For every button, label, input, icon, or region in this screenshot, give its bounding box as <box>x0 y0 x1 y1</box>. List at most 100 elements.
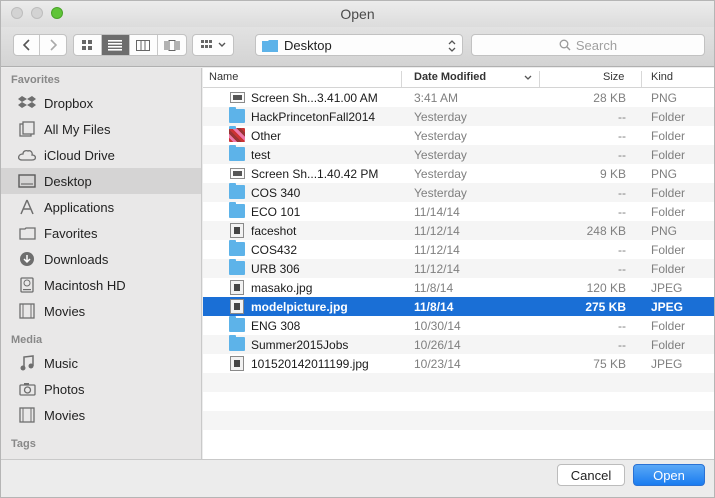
file-row[interactable]: faceshot 11/12/14 248 KB PNG <box>203 221 714 240</box>
file-list: Screen Sh...3.41.00 AM 3:41 AM 28 KB PNG Hac… <box>203 88 714 449</box>
cancel-button[interactable]: Cancel <box>557 464 625 486</box>
window-title: Open <box>340 6 375 22</box>
image-icon <box>230 223 244 238</box>
sidebar-heading-media: Media <box>11 334 43 346</box>
icon-view-button[interactable] <box>74 35 102 55</box>
sidebar-item-photos[interactable]: Photos <box>1 376 201 402</box>
sidebar-item-music[interactable]: Music <box>1 350 201 376</box>
toolbar: Desktop Search <box>1 27 714 67</box>
location-popup[interactable]: Desktop <box>255 34 463 56</box>
file-row[interactable]: Other Yesterday -- Folder <box>203 126 714 145</box>
file-kind: JPEG <box>651 300 684 314</box>
file-size: -- <box>618 148 626 162</box>
search-icon <box>559 39 571 51</box>
back-button[interactable] <box>14 35 41 55</box>
grid-icon <box>82 40 93 50</box>
folder-icon <box>229 107 245 123</box>
search-field[interactable]: Search <box>471 34 705 56</box>
title-bar: Open <box>1 1 714 27</box>
file-row[interactable]: ENG 308 10/30/14 -- Folder <box>203 316 714 335</box>
sidebar-item-downloads[interactable]: Downloads <box>1 246 201 272</box>
sidebar-item-icloud-drive[interactable]: iCloud Drive <box>1 142 201 168</box>
arrange-menu-button[interactable] <box>192 34 234 56</box>
image-icon <box>230 299 244 314</box>
file-name: modelpicture.jpg <box>251 300 348 314</box>
list-view-button[interactable] <box>101 35 131 55</box>
arrange-grid-icon <box>200 40 212 48</box>
file-row[interactable]: masako.jpg 11/8/14 120 KB JPEG <box>203 278 714 297</box>
sidebar-heading-tags: Tags <box>11 438 36 450</box>
list-icon <box>108 39 123 51</box>
file-date: 10/23/14 <box>414 357 461 371</box>
cloud-icon <box>18 146 36 164</box>
file-date: 11/12/14 <box>414 262 460 276</box>
file-row[interactable]: Summer2015Jobs 10/26/14 -- Folder <box>203 335 714 354</box>
column-divider[interactable] <box>641 71 642 87</box>
sidebar-item-media-movies[interactable]: Movies <box>1 402 201 428</box>
sidebar: Favorites Dropbox All My Files iCloud Dr… <box>1 68 202 459</box>
sidebar-item-macintosh-hd[interactable]: Macintosh HD <box>1 272 201 298</box>
file-size: 9 KB <box>599 167 626 181</box>
file-kind: JPEG <box>651 281 683 295</box>
file-row[interactable]: Screen Sh...3.41.00 AM 3:41 AM 28 KB PNG <box>203 88 714 107</box>
file-date: 11/12/14 <box>414 243 460 257</box>
file-row[interactable]: test Yesterday -- Folder <box>203 145 714 164</box>
file-kind: Folder <box>651 319 686 333</box>
file-size: -- <box>618 338 626 352</box>
file-size: 120 KB <box>586 281 626 295</box>
forward-button[interactable] <box>40 35 66 55</box>
film-icon <box>18 406 36 424</box>
file-kind: Folder <box>651 205 686 219</box>
file-name: URB 306 <box>251 262 300 276</box>
chevron-down-icon <box>218 42 225 47</box>
file-date: Yesterday <box>414 186 467 200</box>
sidebar-item-label: Downloads <box>44 251 109 267</box>
file-kind: PNG <box>651 167 678 181</box>
file-date: 3:41 AM <box>414 91 459 105</box>
history-nav <box>13 34 67 56</box>
file-row[interactable]: URB 306 11/12/14 -- Folder <box>203 259 714 278</box>
sidebar-item-desktop[interactable]: Desktop <box>1 168 201 194</box>
column-divider[interactable] <box>539 71 540 87</box>
file-name: faceshot <box>251 224 297 238</box>
folder-icon <box>229 183 245 199</box>
file-name: Screen Sh...1.40.42 PM <box>251 167 379 181</box>
folder-icon <box>229 316 245 332</box>
file-row[interactable]: HackPrincetonFall2014 Yesterday -- Folder <box>203 107 714 126</box>
sidebar-item-all-my-files[interactable]: All My Files <box>1 116 201 142</box>
sidebar-item-label: iCloud Drive <box>44 147 115 163</box>
file-row[interactable]: COS 340 Yesterday -- Folder <box>203 183 714 202</box>
file-date: 11/12/14 <box>414 224 460 238</box>
sidebar-item-label: Dropbox <box>44 95 94 111</box>
column-name-header[interactable]: Name <box>209 71 238 83</box>
folder-icon <box>229 240 245 256</box>
sort-descending-icon <box>524 75 532 80</box>
downloads-icon <box>18 250 36 268</box>
file-size: -- <box>618 319 626 333</box>
sidebar-item-favorites[interactable]: Favorites <box>1 220 201 246</box>
film-icon <box>18 302 36 320</box>
cover-flow-button[interactable] <box>158 35 186 55</box>
file-row[interactable]: Screen Sh...1.40.42 PM Yesterday 9 KB PNG <box>203 164 714 183</box>
open-button[interactable]: Open <box>633 464 705 486</box>
all-files-icon <box>18 120 36 138</box>
sidebar-item-dropbox[interactable]: Dropbox <box>1 90 201 116</box>
columns-icon <box>136 39 151 51</box>
sidebar-item-applications[interactable]: Applications <box>1 194 201 220</box>
open-dialog: Open Desktop Search Favorites Dropbox Al… <box>0 0 715 498</box>
file-browser: Name Date Modified Size Kind Screen Sh..… <box>203 68 714 459</box>
column-size-header[interactable]: Size <box>603 71 624 83</box>
file-row[interactable]: COS432 11/12/14 -- Folder <box>203 240 714 259</box>
column-view-button[interactable] <box>130 35 158 55</box>
desktop-folder-icon <box>262 39 278 52</box>
folder-icon <box>229 145 245 161</box>
file-row[interactable]: ECO 101 11/14/14 -- Folder <box>203 202 714 221</box>
column-date-header[interactable]: Date Modified <box>414 71 486 83</box>
column-kind-header[interactable]: Kind <box>651 71 673 83</box>
file-row[interactable]: modelpicture.jpg 11/8/14 275 KB JPEG <box>203 297 714 316</box>
image-icon <box>230 280 244 295</box>
file-row[interactable]: 101520142011199.jpg 10/23/14 75 KB JPEG <box>203 354 714 373</box>
sidebar-item-movies[interactable]: Movies <box>1 298 201 324</box>
file-date: 11/8/14 <box>414 281 454 295</box>
column-divider[interactable] <box>401 71 402 87</box>
